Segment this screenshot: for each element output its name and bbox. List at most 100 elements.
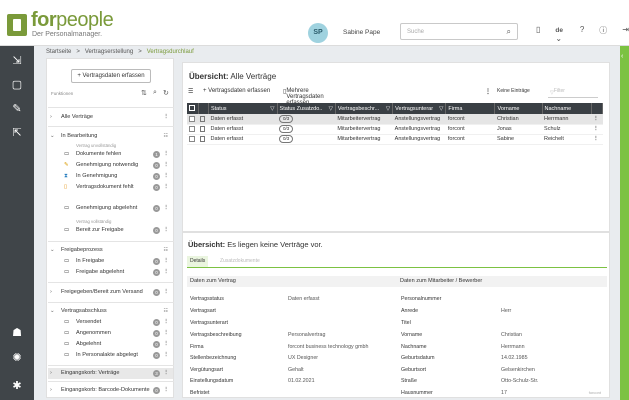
- table-row[interactable]: Daten erfasst 0/3 Mitarbeitervertrag Ans…: [187, 124, 603, 135]
- tree-group-vertragsabschluss[interactable]: ⌄ Vertragsabschluss ☷: [48, 306, 173, 317]
- field-label: Firma: [190, 344, 204, 350]
- more-icon[interactable]: ⋮: [163, 287, 169, 298]
- cell-vertragsbeschreibung: Mitarbeitervertrag: [335, 134, 393, 145]
- more-icon[interactable]: ⋮: [163, 171, 169, 182]
- add-contract-data-button[interactable]: + Vertragsdaten erfassen: [71, 69, 151, 83]
- avatar[interactable]: SP: [308, 23, 328, 43]
- language-selector[interactable]: de ⌄: [555, 25, 564, 43]
- multi-add-button[interactable]: ▯ Mehrere Vertragsdaten erfassen: [283, 88, 324, 106]
- breadcrumb-vertragserstellung[interactable]: Vertragserstellung: [85, 49, 133, 55]
- phone-icon[interactable]: ▯: [536, 25, 540, 43]
- hierarchy-icon[interactable]: ☷: [164, 245, 168, 256]
- tree-item-in-freigabe[interactable]: ▭ In Freigabe 0 ⋮: [48, 256, 173, 267]
- row-checkbox[interactable]: [187, 124, 199, 135]
- tree-item-in-genehmigung[interactable]: ⧗ In Genehmigung 0 ⋮: [48, 171, 173, 182]
- more-icon[interactable]: ⋮: [163, 256, 169, 267]
- sort-icon[interactable]: ⇅: [141, 89, 147, 97]
- select-all-checkbox[interactable]: [187, 103, 199, 114]
- tab-details[interactable]: Details: [187, 256, 209, 267]
- column-header-status[interactable]: Status ▽: [208, 103, 278, 114]
- table-row[interactable]: Daten erfasst 0/3 Mitarbeitervertrag Ans…: [187, 114, 603, 125]
- more-icon[interactable]: ⋮: [163, 339, 169, 350]
- filter-icon[interactable]: ▽: [439, 106, 443, 112]
- more-icon[interactable]: ⋮: [163, 350, 169, 361]
- column-header-firma[interactable]: Firma: [445, 103, 496, 114]
- login-icon[interactable]: ⇲: [9, 54, 25, 68]
- search-input[interactable]: Suche ⌕: [400, 23, 518, 40]
- breadcrumb-home[interactable]: Startseite: [46, 49, 71, 55]
- tree-item-vertragsdokument-fehlt[interactable]: ▯ Vertragsdokument fehlt 0 ⋮: [48, 182, 173, 193]
- tree-item-alle-vertraege[interactable]: › Alle Verträge ⋮: [48, 112, 173, 123]
- filter-icon[interactable]: ▽: [386, 106, 390, 112]
- user-icon[interactable]: ☗: [9, 326, 25, 340]
- export-icon[interactable]: ⇱: [9, 126, 25, 140]
- table-row[interactable]: Daten erfasst 0/3 Mitarbeitervertrag Ans…: [187, 134, 603, 145]
- more-icon[interactable]: ⋮: [163, 149, 169, 160]
- chevron-left-icon[interactable]: ‹: [621, 53, 623, 60]
- filter-input[interactable]: ▽ Filter: [548, 88, 598, 98]
- more-icon[interactable]: ⋮: [163, 203, 169, 214]
- column-header-vertragsunterart[interactable]: Vertragsunterar ▽: [392, 103, 447, 114]
- tree-item-genehmigung-abgelehnt[interactable]: ▭ Genehmigung abgelehnt 0 ⋮: [48, 203, 173, 214]
- document-icon[interactable]: [198, 134, 209, 145]
- tree-group-in-bearbeitung[interactable]: ⌄ In Bearbeitung ☷: [48, 131, 173, 142]
- more-icon[interactable]: ⋮: [163, 267, 169, 278]
- edit-icon[interactable]: ✎: [9, 102, 25, 116]
- more-icon[interactable]: ⋮: [163, 160, 169, 171]
- more-icon[interactable]: ⋮: [163, 368, 169, 379]
- more-icon[interactable]: ⋮: [163, 385, 169, 396]
- hierarchy-icon[interactable]: ☷: [164, 306, 168, 317]
- bug-icon[interactable]: ✱: [9, 379, 25, 393]
- more-icon[interactable]: ⋮: [163, 182, 169, 193]
- refresh-icon[interactable]: ↻: [163, 89, 169, 97]
- help-icon[interactable]: ?: [580, 25, 584, 43]
- tree-item-genehmigung-notwendig[interactable]: ✎ Genehmigung notwendig 0 ⋮: [48, 160, 173, 171]
- row-more-icon[interactable]: ⋮: [591, 124, 603, 135]
- tree-item-freigegeben[interactable]: › Freigegeben/Bereit zum Versand 0 ⋮: [48, 287, 173, 298]
- user-name[interactable]: Sabine Pape: [343, 29, 380, 36]
- column-header-status-zusatz[interactable]: Status Zusatzdo.. ▽: [277, 103, 336, 114]
- hierarchy-icon[interactable]: ☷: [164, 131, 168, 142]
- column-header-nachname[interactable]: Nachname: [542, 103, 592, 114]
- tree-item-angenommen[interactable]: ▭ Angenommen 0 ⋮: [48, 328, 173, 339]
- more-icon[interactable]: ⋮: [163, 328, 169, 339]
- more-icon[interactable]: ⋮: [163, 225, 169, 236]
- tree-item-bereit-zur-freigabe[interactable]: ▭ Bereit zur Freigabe 0 ⋮: [48, 225, 173, 236]
- filter-icon[interactable]: ▽: [270, 106, 274, 112]
- row-checkbox[interactable]: [187, 114, 199, 125]
- more-icon[interactable]: ⋮: [163, 317, 169, 328]
- filter-icon[interactable]: ▽: [329, 106, 333, 112]
- brand-logo[interactable]: forpeople: [31, 9, 114, 32]
- search-icon[interactable]: ⌕: [507, 27, 511, 37]
- collapse-panel-bar[interactable]: ‹: [620, 46, 629, 400]
- row-more-icon[interactable]: ⋮: [591, 134, 603, 145]
- row-checkbox[interactable]: [187, 134, 199, 145]
- document-icon[interactable]: [198, 124, 209, 135]
- row-more-icon[interactable]: ⋮: [591, 114, 603, 125]
- tree-item-dokumente-fehlen[interactable]: ▭ Dokumente fehlen 1 ⋮: [48, 149, 173, 160]
- document-icon[interactable]: ▢: [9, 78, 25, 92]
- more-icon[interactable]: ⋮: [163, 112, 169, 123]
- column-settings-icon[interactable]: ☰: [188, 88, 193, 95]
- tree-item-eingangskorb-barcode[interactable]: › Eingangskorb: Barcode-Dokumente 0 ⋮: [48, 385, 173, 396]
- tree-item-freigabe-abgelehnt[interactable]: ▭ Freigabe abgelehnt 0 ⋮: [48, 267, 173, 278]
- logout-icon[interactable]: ⇥: [622, 25, 629, 43]
- tree-item-eingangskorb-vertraege[interactable]: › Eingangskorb: Verträge 3 ⋮: [48, 368, 173, 379]
- more-options-icon[interactable]: ⋮: [485, 88, 491, 95]
- field-label: Vertragsunterart: [190, 320, 228, 326]
- column-header-vertragsbeschreibung[interactable]: Vertragsbeschr... ▽: [335, 103, 394, 114]
- tab-zusatzdokumente[interactable]: Zusatzdokumente: [217, 256, 263, 267]
- tree-item-versendet[interactable]: ▭ Versendet 0 ⋮: [48, 317, 173, 328]
- add-contract-data-toolbar-button[interactable]: + Vertragsdaten erfassen: [203, 88, 270, 94]
- top-icons: ▯ de ⌄ ? ⓘ ⇥: [536, 25, 629, 43]
- column-header-vorname[interactable]: Vorname: [494, 103, 543, 114]
- search-icon[interactable]: ⌕: [153, 89, 157, 97]
- tree-group-freigabeprozess[interactable]: ⌄ Freigabeprozess ☷: [48, 245, 173, 256]
- cell-vertragsbeschreibung: Mitarbeitervertrag: [335, 124, 393, 135]
- tree-item-personalakte[interactable]: ▭ In Personalakte abgelegt 0 ⋮: [48, 350, 173, 361]
- tree-item-abgelehnt[interactable]: ▭ Abgelehnt 0 ⋮: [48, 339, 173, 350]
- document-icon[interactable]: [198, 114, 209, 125]
- info-icon[interactable]: ⓘ: [599, 25, 607, 43]
- language-label: de: [555, 27, 563, 34]
- gear-icon[interactable]: ✺: [9, 351, 25, 365]
